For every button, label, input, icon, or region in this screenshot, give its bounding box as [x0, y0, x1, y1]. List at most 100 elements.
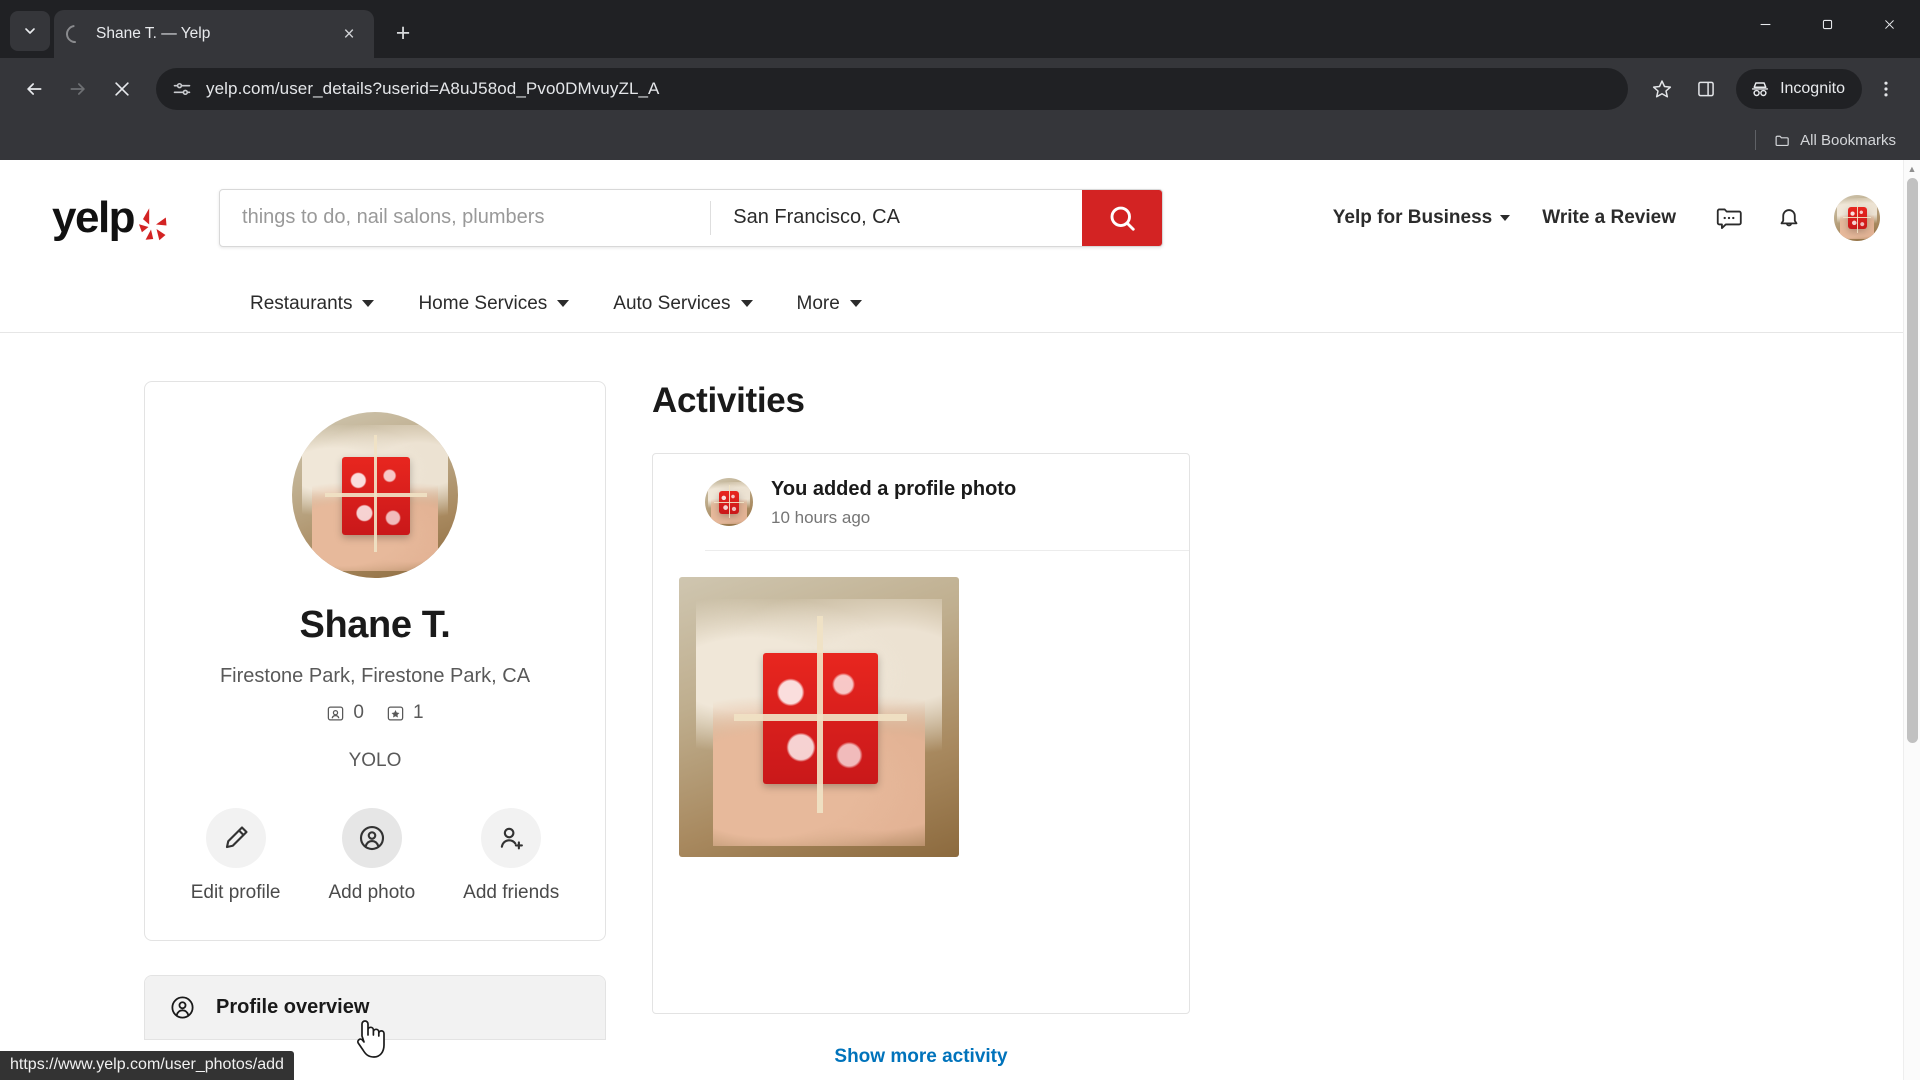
nav-item-restaurants[interactable]: Restaurants — [228, 285, 396, 323]
star-icon — [1652, 80, 1672, 98]
nav-item-label: Auto Services — [613, 292, 731, 314]
chevron-down-icon — [849, 300, 862, 307]
incognito-icon — [1751, 82, 1769, 97]
maximize-icon — [1822, 19, 1832, 29]
profile-avatar[interactable] — [292, 412, 458, 578]
yelp-logo[interactable]: yelp — [52, 193, 167, 243]
stat-value: 1 — [413, 702, 424, 723]
nav-item-more[interactable]: More — [775, 285, 884, 323]
stat-value: 0 — [353, 702, 364, 723]
add-photo-icon — [359, 825, 384, 851]
activity-card: You added a profile photo 10 hours ago — [652, 453, 1190, 1014]
add-friends-icon-circle — [481, 808, 542, 868]
bookmarks-bar: All Bookmarks — [0, 120, 1920, 160]
gift-box-shape — [734, 615, 907, 814]
write-a-review-label: Write a Review — [1542, 206, 1676, 228]
profile-tagline: YOLO — [348, 750, 402, 771]
folder-icon — [1775, 135, 1789, 146]
write-a-review-link[interactable]: Write a Review — [1526, 197, 1692, 239]
site-settings-icon[interactable] — [172, 79, 192, 99]
activity-avatar[interactable] — [705, 478, 753, 526]
tab-close-button[interactable]: × — [336, 21, 362, 47]
yelp-for-business-label: Yelp for Business — [1332, 206, 1493, 228]
yelp-burst-icon — [137, 205, 167, 243]
chevron-down-icon — [362, 300, 375, 307]
three-dots-vertical-icon — [1884, 81, 1888, 97]
add-friends-button[interactable]: Add friends — [463, 808, 559, 904]
add-friend-icon — [501, 827, 524, 850]
activities-section: Activities You added a profile photo 10 … — [652, 381, 1190, 1068]
header-right-group: Yelp for Business Write a Review — [1317, 194, 1880, 241]
scroll-up-arrow-icon[interactable]: ▲ — [1904, 160, 1920, 177]
profile-card: Shane T. Firestone Park, Firestone Park,… — [144, 381, 606, 941]
user-avatar[interactable] — [1834, 194, 1880, 241]
add-photo-label: Add photo — [328, 882, 416, 903]
chevron-down-icon — [1500, 214, 1511, 221]
profile-name: Shane T. — [299, 604, 451, 646]
close-icon — [1884, 19, 1894, 29]
incognito-indicator[interactable]: Incognito — [1736, 69, 1862, 109]
messages-button[interactable] — [1706, 195, 1752, 241]
activity-header: You added a profile photo 10 hours ago — [705, 454, 1189, 551]
nav-item-home-services[interactable]: Home Services — [396, 285, 591, 323]
close-window-button[interactable] — [1858, 0, 1920, 48]
all-bookmarks-label: All Bookmarks — [1800, 131, 1896, 149]
add-photo-button[interactable]: Add photo — [328, 808, 416, 904]
profile-nav-panel: Profile overview — [144, 975, 606, 1040]
add-photo-icon-circle — [341, 808, 402, 868]
show-more-activity-link[interactable]: Show more activity — [652, 1046, 1190, 1068]
search-icon — [1110, 206, 1135, 231]
profile-overview-icon — [171, 996, 194, 1019]
tab-title: Shane T. — Yelp — [96, 25, 211, 42]
nav-item-label: More — [796, 292, 840, 314]
stop-loading-button[interactable] — [102, 69, 142, 109]
yelp-for-business-link[interactable]: Yelp for Business — [1317, 197, 1526, 239]
minimize-icon — [1760, 23, 1770, 25]
sidebar-item-label: Profile overview — [216, 996, 370, 1018]
add-friends-label: Add friends — [463, 882, 560, 903]
chevron-down-icon — [740, 300, 753, 307]
activity-photo[interactable] — [679, 577, 959, 857]
activity-photo-wrap — [653, 551, 1189, 883]
category-nav: Restaurants Home Services Auto Services … — [0, 275, 1920, 333]
scrollbar-thumb[interactable] — [1907, 178, 1918, 743]
browser-tab-strip: Shane T. — Yelp × + — [0, 0, 1920, 58]
chevron-down-icon — [557, 300, 570, 307]
maximize-button[interactable] — [1796, 0, 1858, 48]
chrome-menu-button[interactable] — [1866, 69, 1906, 109]
location-input[interactable] — [711, 189, 1083, 246]
browser-window: Shane T. — Yelp × + yelp.com/user_detail… — [0, 0, 1920, 1080]
back-button[interactable] — [14, 69, 54, 109]
sidebar-item-profile-overview[interactable]: Profile overview — [145, 976, 605, 1039]
activities-title: Activities — [652, 381, 805, 420]
page-viewport: yelp things to do, nail salons, plumbers… — [0, 160, 1920, 1080]
search-input[interactable] — [220, 189, 711, 246]
stat-reviews: 1 — [386, 702, 424, 724]
activity-timestamp: 10 hours ago — [771, 508, 871, 527]
tune-icon — [173, 82, 191, 96]
browser-tab[interactable]: Shane T. — Yelp × — [54, 10, 374, 58]
notifications-button[interactable] — [1766, 195, 1812, 241]
browser-toolbar: yelp.com/user_details?userid=A8uJ58od_Pv… — [0, 58, 1920, 120]
page-scrollbar[interactable]: ▲ — [1903, 160, 1920, 1080]
nav-item-auto-services[interactable]: Auto Services — [591, 285, 774, 323]
address-bar-url: yelp.com/user_details?userid=A8uJ58od_Pv… — [206, 79, 660, 98]
tab-search-button[interactable] — [10, 11, 50, 51]
all-bookmarks-button[interactable]: All Bookmarks — [1766, 128, 1904, 153]
incognito-label: Incognito — [1780, 80, 1845, 97]
profile-sidebar: Shane T. Firestone Park, Firestone Park,… — [144, 381, 606, 1068]
nav-item-label: Home Services — [418, 292, 548, 314]
messages-icon — [1716, 208, 1742, 229]
forward-button[interactable] — [58, 69, 98, 109]
minimize-button[interactable] — [1734, 0, 1796, 48]
gift-box-shape — [324, 434, 427, 552]
gift-box-shape — [714, 484, 744, 519]
address-bar[interactable]: yelp.com/user_details?userid=A8uJ58od_Pv… — [156, 68, 1629, 110]
bookmark-star-button[interactable] — [1642, 69, 1682, 109]
search-button[interactable] — [1082, 189, 1163, 246]
profile-location: Firestone Park, Firestone Park, CA — [219, 665, 531, 687]
side-panel-button[interactable] — [1686, 69, 1726, 109]
divider — [1755, 130, 1757, 150]
new-tab-button[interactable]: + — [384, 14, 422, 52]
edit-profile-button[interactable]: Edit profile — [191, 808, 281, 904]
